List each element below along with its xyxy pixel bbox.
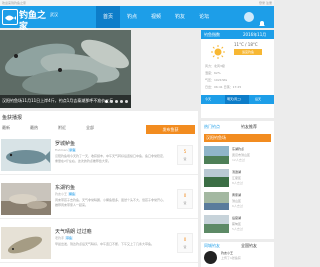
spot-meta: 12人去过 bbox=[232, 158, 245, 162]
carousel-dot[interactable] bbox=[125, 100, 128, 103]
weather-panel: 钓鱼指数 2016年11月 11°C / 18°C 适宜钓鱼 风力：北风3级 湿… bbox=[201, 30, 274, 118]
user-avatar[interactable] bbox=[244, 12, 254, 22]
spot-title[interactable]: 黄家湖 bbox=[232, 193, 241, 197]
feed-item[interactable]: 天气晴朗 过过瘾 老钓手 草鱼 早晨出发，到达钓点后天气晴好，中午连口不断，下午… bbox=[0, 227, 198, 263]
spot-thumbnail[interactable] bbox=[204, 215, 229, 233]
spot-thumbnail[interactable] bbox=[204, 169, 229, 187]
carousel-dot[interactable] bbox=[110, 100, 113, 103]
spot-item[interactable]: 东湖钓点 武汉市洪山区 12人去过 bbox=[204, 146, 271, 166]
post-catch-button[interactable]: 发布鱼获 bbox=[146, 125, 195, 134]
feed-item[interactable]: 罗城鲈鱼 Fishman 鲈鱼 汉阳钓鱼场今天钓了一天，收获颇丰，中午天气转好后… bbox=[0, 139, 198, 175]
spot-title[interactable]: 汤逊湖 bbox=[232, 170, 241, 174]
carousel-dots bbox=[105, 100, 128, 103]
filter-latest[interactable]: 最新 bbox=[2, 125, 10, 131]
spot-meta: 5人去过 bbox=[232, 227, 243, 231]
fish-tag: 草鱼 bbox=[64, 236, 73, 240]
weather-title: 钓鱼指数 bbox=[204, 32, 220, 37]
nav-item-friends[interactable]: 钓友 bbox=[168, 6, 192, 28]
tab-recommend[interactable]: 钓友推荐 bbox=[241, 124, 257, 130]
hot-spots-panel: 热门钓点 钓友推荐 汉阳钓鱼场 东湖钓点 武汉市洪山区 12人去过 汤逊湖 江夏… bbox=[201, 121, 274, 239]
nav-item-home[interactable]: 首页 bbox=[96, 6, 121, 28]
carousel-dot[interactable] bbox=[115, 100, 118, 103]
main-nav: 首页 钓点 视频 钓友 论坛 bbox=[96, 6, 216, 28]
weather-row: 湿度：62% bbox=[205, 71, 221, 75]
weather-row: 日出：06:41 日落：17:25 bbox=[205, 85, 242, 89]
spot-thumbnail[interactable] bbox=[204, 192, 229, 210]
carousel-dot[interactable] bbox=[105, 100, 108, 103]
like-label: 赞 bbox=[183, 245, 187, 249]
catch-thumbnail[interactable] bbox=[1, 183, 51, 215]
site-logo[interactable]: 钓鱼之家 bbox=[2, 9, 47, 32]
catch-thumbnail[interactable] bbox=[1, 227, 51, 259]
spot-item[interactable]: 汤逊湖 江夏区 8人去过 bbox=[204, 169, 271, 189]
fishing-index-badge: 适宜钓鱼 bbox=[234, 49, 262, 55]
feed-title: 鱼获播报 bbox=[2, 115, 23, 121]
like-button[interactable]: 0 赞 bbox=[177, 233, 193, 253]
carousel-dot[interactable] bbox=[120, 100, 123, 103]
like-label: 赞 bbox=[183, 201, 187, 205]
like-button[interactable]: 0 赞 bbox=[177, 189, 193, 209]
top-spot-banner[interactable]: 汉阳钓鱼场 bbox=[204, 134, 271, 142]
weather-header: 钓鱼指数 2016年11月 bbox=[201, 30, 274, 39]
tab-hot-spots[interactable]: 热门钓点 bbox=[204, 124, 220, 130]
like-label: 赞 bbox=[183, 157, 187, 161]
bell-icon[interactable] bbox=[258, 13, 266, 26]
temperature: 11°C / 18°C bbox=[234, 42, 258, 47]
item-desc: 汉阳钓鱼场今天钓了一天，收获颇丰，中午天气转好后连续口中鱼，鱼口非常稳定，重量在… bbox=[55, 154, 167, 163]
angler-name[interactable]: 钓友小王 bbox=[221, 251, 233, 255]
spot-item[interactable]: 后官湖 蔡甸区 5人去过 bbox=[204, 215, 271, 235]
hero-caption: 汉阳钓鱼场11月11日上岸4斤，钓点1月吉泰湖那呼不准价三斤 bbox=[2, 98, 114, 103]
nav-item-forum[interactable]: 论坛 bbox=[192, 6, 216, 28]
catch-feed: 鱼获播报 最新 最热 附近 全部 发布鱼获 罗城鲈鱼 Fishman 鲈鱼 汉阳… bbox=[0, 111, 198, 267]
catch-thumbnail[interactable] bbox=[1, 139, 51, 171]
filter-all[interactable]: 全部 bbox=[86, 125, 94, 131]
weather-tab-today[interactable]: 今天 bbox=[205, 97, 211, 101]
like-count: 0 bbox=[183, 193, 187, 198]
spot-location: 洪山区 bbox=[232, 199, 242, 203]
spot-meta: 6人去过 bbox=[232, 204, 243, 208]
hero-carousel[interactable]: 汉阳钓鱼场11月11日上岸4斤，钓点1月吉泰湖那呼不准价三斤 bbox=[0, 30, 131, 108]
item-meta: 钓友小王 鲫鱼 bbox=[55, 192, 76, 196]
weather-tab-after[interactable]: 后天 bbox=[255, 97, 261, 101]
weather-row: 气压：1021hPa bbox=[205, 78, 228, 82]
angler-activity: 上传了1张鱼获 bbox=[221, 256, 241, 260]
item-desc: 早晨出发，到达钓点后天气晴好，中午连口不断，下午又上了几条大草鱼。 bbox=[55, 242, 155, 246]
nav-item-spots[interactable]: 钓点 bbox=[120, 6, 144, 28]
nav-item-videos[interactable]: 视频 bbox=[144, 6, 168, 28]
item-meta: 老钓手 草鱼 bbox=[55, 236, 73, 240]
spot-item[interactable]: 黄家湖 洪山区 6人去过 bbox=[204, 192, 271, 212]
site-header: 钓鱼之家 武汉 首页 钓点 视频 钓友 论坛 bbox=[0, 6, 274, 32]
spot-title[interactable]: 后官湖 bbox=[232, 216, 241, 220]
spot-location: 蔡甸区 bbox=[232, 222, 242, 226]
item-title[interactable]: 东湖钓鱼 bbox=[55, 184, 75, 191]
like-count: 0 bbox=[183, 237, 187, 242]
tab-all-anglers[interactable]: 全国钓友 bbox=[241, 243, 257, 249]
weather-tab-tomorrow[interactable]: 明天(周二) bbox=[227, 97, 241, 101]
anglers-panel: 同城钓友 全国钓友 钓友小王 上传了1张鱼获 bbox=[201, 242, 274, 267]
sun-icon bbox=[211, 44, 225, 59]
like-button[interactable]: 5 赞 bbox=[177, 145, 193, 165]
angler-avatar[interactable] bbox=[204, 251, 217, 264]
item-desc: 周末带孩子去钓鱼，天气非常晴朗，小鲫鱼很多，虽然个头不大，但孩子非常开心，推荐周… bbox=[55, 198, 167, 207]
item-meta: Fishman 鲈鱼 bbox=[55, 148, 77, 152]
spot-thumbnail[interactable] bbox=[204, 146, 229, 164]
filter-hot[interactable]: 最热 bbox=[30, 125, 38, 131]
like-count: 5 bbox=[183, 149, 187, 154]
fish-tag: 鲈鱼 bbox=[68, 148, 77, 152]
spot-location: 江夏区 bbox=[232, 176, 242, 180]
weather-day-tabs: 今天 明天(周二) 后天 bbox=[201, 95, 274, 104]
weather-row: 风力：北风3级 bbox=[205, 64, 225, 68]
fish-icon bbox=[2, 9, 18, 25]
tab-local-anglers[interactable]: 同城钓友 bbox=[204, 243, 220, 249]
feed-item[interactable]: 东湖钓鱼 钓友小王 鲫鱼 周末带孩子去钓鱼，天气非常晴朗，小鲫鱼很多，虽然个头不… bbox=[0, 183, 198, 219]
item-title[interactable]: 天气晴朗 过过瘾 bbox=[55, 228, 92, 235]
location-selector[interactable]: 武汉 bbox=[50, 12, 58, 18]
weather-date: 2016年11月 bbox=[243, 32, 267, 37]
filter-nearby[interactable]: 附近 bbox=[58, 125, 66, 131]
spot-meta: 8人去过 bbox=[232, 181, 243, 185]
spot-title[interactable]: 东湖钓点 bbox=[232, 147, 244, 151]
item-title[interactable]: 罗城鲈鱼 bbox=[55, 140, 75, 147]
spot-location: 武汉市洪山区 bbox=[232, 153, 251, 157]
fish-tag: 鲫鱼 bbox=[67, 192, 76, 196]
